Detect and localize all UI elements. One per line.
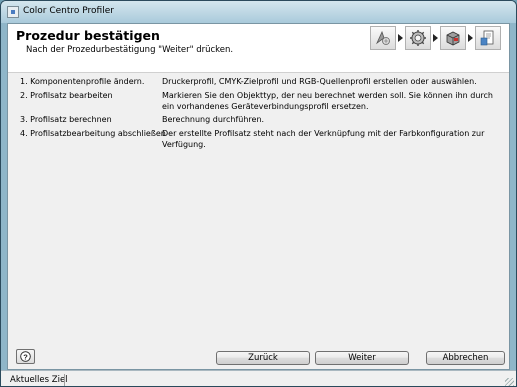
- page-subtitle: Nach der Prozedurbestätigung "Weiter" dr…: [26, 45, 234, 55]
- profile-step-icon: [370, 26, 396, 50]
- wizard-header: Prozedur bestätigen Nach der Prozedurbes…: [8, 24, 509, 73]
- step-description: Berechnung durchführen.: [162, 115, 265, 124]
- app-window: Color Centro Profiler Prozedur bestätige…: [0, 0, 517, 387]
- page-title: Prozedur bestätigen: [16, 28, 160, 43]
- title-bar[interactable]: Color Centro Profiler: [1, 1, 516, 23]
- window-title: Color Centro Profiler: [23, 6, 114, 16]
- step-description: Der erstellte Profilsatz steht nach der …: [162, 129, 485, 149]
- calculate-step-icon: [440, 26, 466, 50]
- step-arrow-icon: [398, 34, 403, 42]
- step-arrow-icon: [468, 34, 473, 42]
- app-icon: [7, 6, 19, 18]
- help-button[interactable]: ?: [16, 349, 35, 364]
- resize-grip-icon[interactable]: [505, 378, 514, 386]
- status-bar: Aktuelles Ziel: [1, 370, 516, 386]
- back-button[interactable]: Zurück: [216, 351, 310, 365]
- help-icon: ?: [20, 351, 31, 362]
- step-name: 2. Profilsatz bearbeiten: [20, 91, 113, 100]
- next-button[interactable]: Weiter: [315, 351, 409, 365]
- svg-text:?: ?: [23, 352, 28, 361]
- step-description: Markieren Sie den Objekttyp, der neu ber…: [162, 91, 493, 111]
- step-name: 1. Komponentenprofile ändern.: [20, 77, 145, 86]
- step-arrow-icon: [433, 34, 438, 42]
- cancel-button[interactable]: Abbrechen: [426, 351, 505, 365]
- status-current-target: Aktuelles Ziel: [10, 375, 68, 385]
- finish-step-icon: [475, 26, 501, 50]
- step-name: 3. Profilsatz berechnen: [20, 115, 112, 124]
- step-description: Druckerprofil, CMYK-Zielprofil und RGB-Q…: [162, 77, 477, 86]
- procedure-steps-indicator: [370, 26, 501, 50]
- wizard-panel: Prozedur bestätigen Nach der Prozedurbes…: [7, 23, 510, 370]
- settings-step-icon: [405, 26, 431, 50]
- status-separator: [64, 374, 65, 386]
- step-name: 4. Profilsatzbearbeitung abschließen: [20, 129, 166, 138]
